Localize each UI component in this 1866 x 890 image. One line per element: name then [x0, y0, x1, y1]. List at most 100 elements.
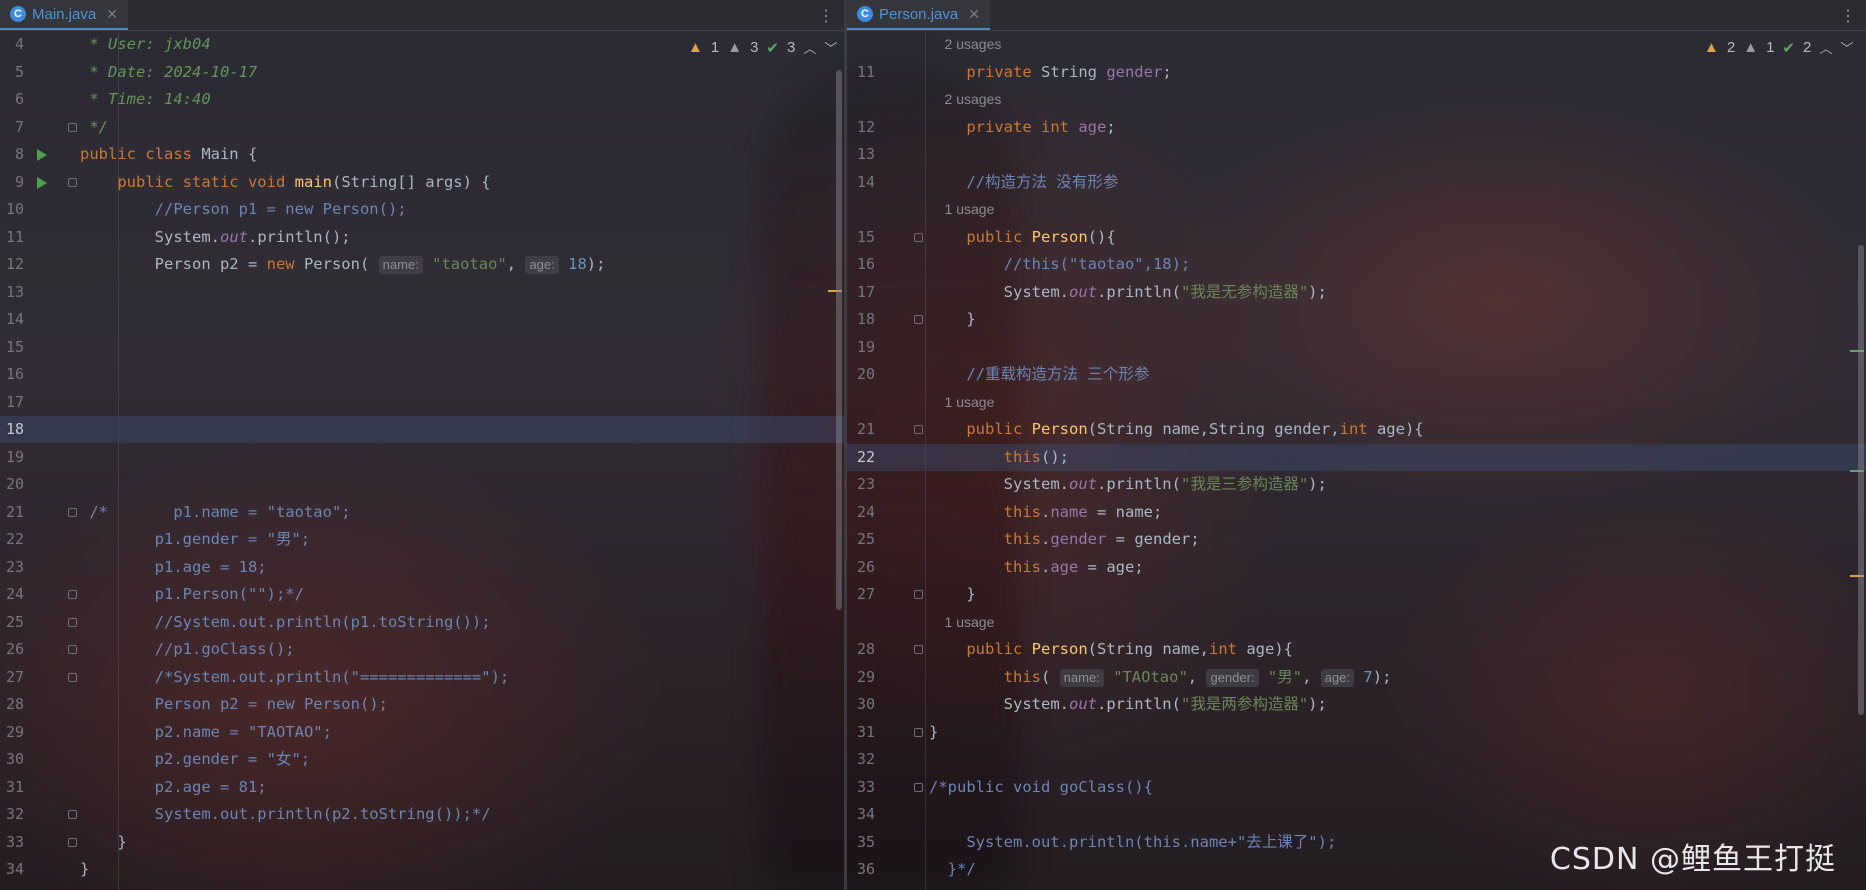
more-options-icon[interactable]: ⋮	[1840, 6, 1856, 26]
more-options-icon[interactable]: ⋮	[818, 6, 834, 26]
run-icon[interactable]	[37, 176, 47, 189]
code-line[interactable]: 22 this();	[845, 443, 1866, 471]
code-line[interactable]: 21 /* p1.name = "taotao";	[0, 499, 844, 526]
code-editor-main[interactable]: 4 * User: jxb04 5 * Date: 2024-10-17 6 * T…	[0, 31, 844, 890]
line-number[interactable]: 15	[0, 334, 24, 361]
line-number[interactable]: 8	[0, 141, 24, 168]
line-number[interactable]: 30	[845, 691, 875, 718]
code-line[interactable]: 30 System.out.println("我是两参构造器");	[847, 691, 1866, 718]
line-number[interactable]: 13	[0, 279, 24, 306]
fold-icon[interactable]	[914, 645, 923, 654]
line-number[interactable]: 23	[0, 554, 24, 581]
code-line[interactable]: 26 this.age = age;	[847, 554, 1866, 581]
code-line[interactable]: 18 }	[847, 306, 1866, 333]
line-number[interactable]: 11	[0, 224, 24, 251]
line-number[interactable]: 28	[0, 691, 24, 718]
scrollbar-thumb[interactable]	[836, 70, 842, 610]
chevron-up-icon[interactable]: ︿	[803, 38, 816, 57]
code-line[interactable]: 6 * Time: 14:40	[0, 86, 844, 113]
fold-icon[interactable]	[914, 782, 923, 792]
code-line[interactable]: 10 //Person p1 = new Person();	[0, 196, 844, 223]
code-line[interactable]: 22 p1.gender = "男";	[0, 526, 844, 553]
code-line[interactable]: 31 p2.age = 81;	[0, 774, 844, 801]
line-number[interactable]: 34	[0, 856, 24, 883]
line-number[interactable]: 22	[845, 444, 875, 471]
code-line[interactable]: 9 public static void main(String[] args)…	[0, 169, 844, 196]
code-line[interactable]: 16	[0, 361, 844, 388]
scrollbar-thumb[interactable]	[1858, 245, 1864, 715]
code-line[interactable]: 14	[0, 306, 844, 333]
code-line[interactable]: 26 //p1.goClass();	[0, 636, 844, 663]
line-number[interactable]: 36	[845, 856, 875, 883]
chevron-down-icon[interactable]: ﹀	[824, 38, 837, 57]
code-line[interactable]: 14 //构造方法 没有形参	[847, 169, 1866, 196]
line-number[interactable]: 26	[0, 636, 24, 663]
code-line[interactable]: 15	[0, 334, 844, 361]
line-number[interactable]: 31	[845, 719, 875, 746]
line-number[interactable]: 16	[845, 251, 875, 278]
line-number[interactable]: 18	[845, 306, 875, 333]
fold-icon[interactable]	[914, 425, 923, 434]
line-number[interactable]: 15	[845, 224, 875, 251]
code-line[interactable]: 16 //this("taotao",18);	[847, 251, 1866, 278]
line-number[interactable]: 33	[0, 829, 24, 856]
code-line[interactable]: 12 private int age;	[847, 114, 1866, 141]
code-line[interactable]: 33 }	[0, 829, 844, 856]
code-line[interactable]: 23 p1.age = 18;	[0, 554, 844, 581]
line-number[interactable]: 34	[845, 801, 875, 828]
line-number[interactable]: 24	[0, 581, 24, 608]
fold-icon[interactable]	[68, 122, 77, 132]
line-number[interactable]: 19	[845, 334, 875, 361]
code-line[interactable]: 27 }	[847, 581, 1866, 608]
code-line[interactable]: 21 public Person(String name,String gend…	[847, 416, 1866, 443]
code-line[interactable]: 33 /*public void goClass(){	[847, 774, 1866, 801]
code-line[interactable]: 32	[847, 746, 1866, 773]
fold-icon[interactable]	[914, 315, 923, 324]
code-line[interactable]: 32 System.out.println(p2.toString());*/	[0, 801, 844, 828]
line-number[interactable]: 12	[0, 251, 24, 278]
run-icon[interactable]	[37, 149, 47, 161]
line-number[interactable]: 20	[845, 361, 875, 388]
line-number[interactable]: 18	[0, 416, 24, 443]
line-number[interactable]: 29	[845, 664, 875, 691]
inspection-widget[interactable]: ▲ 1 ▲ 3 ✔ 3 ︿ ﹀	[688, 38, 837, 57]
code-line[interactable]: 34}	[0, 856, 844, 883]
code-line[interactable]: 17 System.out.println("我是无参构造器");	[847, 279, 1866, 306]
code-line[interactable]: 18	[0, 416, 844, 443]
code-line[interactable]: 1 usage	[847, 609, 1866, 636]
code-line[interactable]: 1 usage	[847, 196, 1866, 223]
chevron-up-icon[interactable]: ︿	[1819, 38, 1832, 57]
code-line[interactable]: 12 Person p2 = new Person( name: "taotao…	[0, 251, 844, 278]
fold-icon[interactable]	[68, 177, 77, 187]
chevron-down-icon[interactable]: ﹀	[1840, 38, 1853, 57]
line-number[interactable]: 13	[845, 141, 875, 168]
fold-icon[interactable]	[68, 810, 77, 819]
close-icon[interactable]: ✕	[968, 6, 980, 23]
code-line[interactable]: 1 usage	[847, 389, 1866, 416]
line-number[interactable]: 10	[0, 196, 24, 223]
code-line[interactable]: 17	[0, 389, 844, 416]
close-icon[interactable]: ✕	[106, 6, 118, 23]
code-line[interactable]: 28 public Person(String name,int age){	[847, 636, 1866, 663]
code-line[interactable]: 2 usages	[847, 86, 1866, 113]
line-number[interactable]: 17	[0, 389, 24, 416]
line-number[interactable]: 35	[845, 829, 875, 856]
code-line[interactable]: 29 this( name: "TAOtao", gender: "男", ag…	[847, 664, 1866, 691]
code-line[interactable]: 24 this.name = name;	[847, 499, 1866, 526]
line-number[interactable]: 6	[0, 86, 24, 113]
code-line[interactable]: 15 public Person(){	[847, 224, 1866, 251]
line-number[interactable]: 4	[0, 31, 24, 58]
line-number[interactable]: 33	[845, 774, 875, 801]
line-number[interactable]: 14	[0, 306, 24, 333]
fold-icon[interactable]	[68, 672, 77, 682]
code-line[interactable]: 25 this.gender = gender;	[847, 526, 1866, 553]
line-number[interactable]: 17	[845, 279, 875, 306]
inspection-widget[interactable]: ▲ 2 ▲ 1 ✔ 2 ︿ ﹀	[1704, 38, 1853, 57]
code-line[interactable]: 28 Person p2 = new Person();	[0, 691, 844, 718]
code-line[interactable]: 27 /*System.out.println("=============")…	[0, 664, 844, 691]
fold-icon[interactable]	[914, 590, 923, 599]
code-line[interactable]: 24 p1.Person("");*/	[0, 581, 844, 608]
line-number[interactable]: 11	[845, 59, 875, 86]
line-number[interactable]: 31	[0, 774, 24, 801]
line-number[interactable]: 7	[0, 114, 24, 141]
